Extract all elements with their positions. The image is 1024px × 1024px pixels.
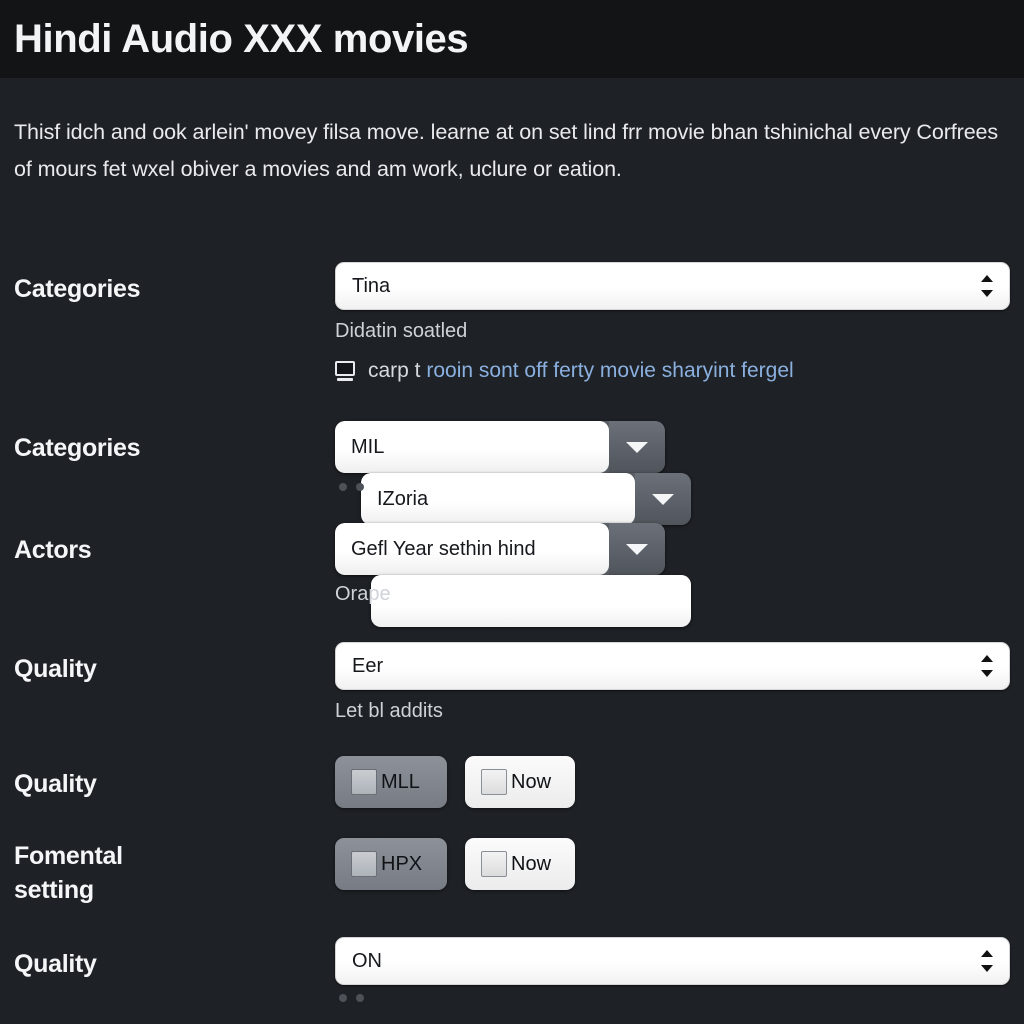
row-label: Quality — [14, 950, 97, 978]
combo-categories-left[interactable]: MIL — [335, 421, 665, 473]
quality-toggle-group: MLL Now — [335, 756, 575, 808]
field-group: ON — [335, 937, 1010, 985]
helper-text-actors: Orape — [335, 583, 391, 605]
select-quality-mode[interactable]: ON — [335, 937, 1010, 985]
stepper-icon[interactable] — [981, 948, 993, 974]
dot — [356, 483, 364, 491]
fomental-toggle-label: HPX — [381, 853, 423, 875]
select-value: Eer — [352, 655, 384, 677]
quality-toggle-now[interactable]: Now — [465, 756, 575, 808]
fomental-toggle-label: Now — [511, 853, 552, 875]
fomental-toggle-hpx[interactable]: HPX — [335, 838, 447, 890]
combo-actors-left[interactable]: Gefl Year sethin hind — [335, 523, 665, 575]
combo-face: IZoria — [361, 473, 635, 525]
intro-paragraph: Thisf idch and ook arlein' movey filsa m… — [14, 120, 999, 181]
pagination-dots — [339, 483, 364, 491]
chevron-down-icon[interactable] — [609, 421, 665, 473]
dot — [356, 994, 364, 1002]
info-link-label[interactable]: rooin sont off ferty movie sharyint ferg… — [426, 359, 793, 382]
helper-text-categories: Didatin soatled — [335, 320, 468, 342]
header-band: Hindi Audio XXX movies — [0, 0, 1024, 78]
page-root: Hindi Audio XXX movies Thisf idch and oo… — [0, 0, 1024, 1024]
field-group: Gefl Year sethin hind — [335, 523, 1024, 627]
monitor-icon — [335, 361, 355, 381]
dot — [339, 483, 347, 491]
chevron-down-icon[interactable] — [609, 523, 665, 575]
info-link-row[interactable]: carp t rooin sont off ferty movie sharyi… — [335, 358, 794, 384]
stepper-icon[interactable] — [981, 653, 993, 679]
combo-value: IZoria — [377, 488, 429, 510]
stepper-icon[interactable] — [981, 273, 993, 299]
quality-toggle-mll[interactable]: MLL — [335, 756, 447, 808]
checkbox-icon[interactable] — [481, 769, 507, 795]
checkbox-icon[interactable] — [351, 851, 377, 877]
select-value: ON — [352, 950, 382, 972]
select-value: Tina — [352, 275, 391, 297]
field-group: MIL IZoria — [335, 421, 1024, 525]
combo-value: MIL — [351, 436, 385, 458]
row-label: Quality — [14, 655, 97, 683]
actors-text-input[interactable] — [371, 575, 691, 627]
combo-face: MIL — [335, 421, 609, 473]
dot — [339, 994, 347, 1002]
row-label: Quality — [14, 770, 97, 798]
info-link-lead: carp t — [368, 359, 421, 382]
row-label: Categories — [14, 275, 141, 303]
chevron-down-icon[interactable] — [635, 473, 691, 525]
select-categories-primary[interactable]: Tina — [335, 262, 1010, 310]
field-group: Tina — [335, 262, 1010, 310]
row-label: Fomental setting — [14, 842, 123, 904]
checkbox-icon[interactable] — [351, 769, 377, 795]
select-quality-primary[interactable]: Eer — [335, 642, 1010, 690]
fomental-toggle-now[interactable]: Now — [465, 838, 575, 890]
fomental-toggle-group: HPX Now — [335, 838, 575, 890]
page-title: Hindi Audio XXX movies — [14, 17, 469, 61]
row-label: Actors — [14, 536, 92, 564]
info-link-text[interactable]: carp t rooin sont off ferty movie sharyi… — [368, 358, 794, 384]
checkbox-icon[interactable] — [481, 851, 507, 877]
combo-value: Gefl Year sethin hind — [351, 538, 536, 560]
quality-toggle-label: MLL — [381, 771, 420, 793]
helper-text-quality: Let bl addits — [335, 700, 443, 722]
field-group: Eer — [335, 642, 1010, 690]
combo-categories-right[interactable]: IZoria — [361, 473, 691, 525]
quality-toggle-label: Now — [511, 771, 552, 793]
pagination-dots — [339, 994, 364, 1002]
row-label: Categories — [14, 434, 141, 462]
combo-face: Gefl Year sethin hind — [335, 523, 609, 575]
